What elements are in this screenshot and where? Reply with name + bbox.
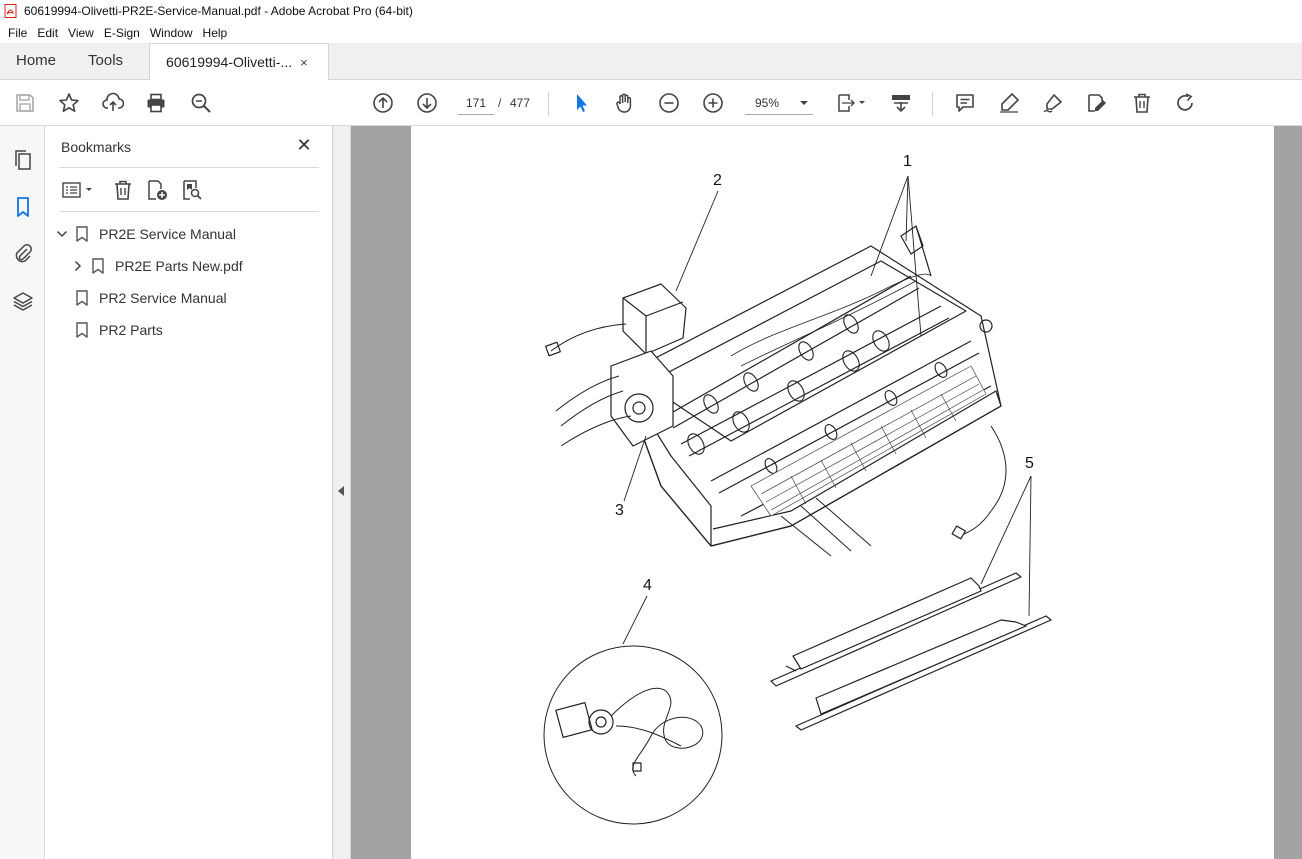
bookmark-icon	[76, 226, 88, 242]
divider	[59, 211, 319, 212]
document-viewport[interactable]: 1 2 3 4 5	[351, 126, 1302, 859]
toolbar-divider	[932, 92, 933, 116]
zoom-value: 95%	[755, 95, 780, 110]
bookmarks-panel: Bookmarks ✕ PR2E Service Manual PR2E Par…	[45, 126, 333, 859]
scroll-mode-icon[interactable]	[888, 90, 914, 116]
chevron-down-icon	[800, 100, 808, 105]
zoom-in-icon[interactable]	[700, 90, 726, 116]
attachment-icon[interactable]	[11, 241, 35, 265]
menu-window[interactable]: Window	[146, 26, 199, 40]
redo-icon[interactable]	[1173, 90, 1199, 116]
bookmark-item[interactable]: PR2E Parts New.pdf	[71, 255, 243, 277]
tab-close-icon[interactable]: ×	[300, 55, 308, 70]
bookmark-icon	[76, 322, 88, 338]
delete-icon[interactable]	[1129, 90, 1155, 116]
highlight-icon[interactable]	[996, 90, 1022, 116]
menu-edit[interactable]: Edit	[33, 26, 64, 40]
star-icon[interactable]	[56, 90, 82, 116]
page-down-icon[interactable]	[414, 90, 440, 116]
panel-collapse-handle[interactable]	[333, 126, 351, 859]
bookmark-panel-icon[interactable]	[11, 195, 35, 219]
bookmark-icon	[92, 258, 104, 274]
toolbar-divider	[548, 92, 549, 116]
save-icon[interactable]	[12, 90, 38, 116]
bookmark-item[interactable]: PR2 Service Manual	[75, 287, 227, 309]
menu-file[interactable]: File	[4, 26, 33, 40]
tab-bar: Home Tools 60619994-Olivetti-... ×	[0, 43, 1302, 80]
close-icon[interactable]: ✕	[295, 136, 313, 154]
tab-tools[interactable]: Tools	[72, 43, 139, 79]
nav-rail	[0, 126, 45, 859]
callout-4: 4	[643, 577, 652, 594]
new-bookmark-icon[interactable]	[144, 178, 170, 202]
bookmark-label: PR2 Service Manual	[99, 290, 227, 306]
upload-icon[interactable]	[100, 90, 126, 116]
bookmark-label: PR2E Service Manual	[99, 226, 236, 242]
zoom-search-icon[interactable]	[188, 90, 214, 116]
menu-view[interactable]: View	[64, 26, 100, 40]
layers-icon[interactable]	[11, 289, 35, 313]
tab-document[interactable]: 60619994-Olivetti-... ×	[149, 43, 330, 80]
comment-icon[interactable]	[952, 90, 978, 116]
bookmark-icon	[76, 290, 88, 306]
page-number-input[interactable]	[458, 91, 494, 115]
acrobat-icon	[4, 4, 17, 18]
callout-5: 5	[1025, 455, 1034, 472]
menu-esign[interactable]: E-Sign	[100, 26, 146, 40]
bookmark-label: PR2E Parts New.pdf	[115, 258, 243, 274]
search-bookmark-icon[interactable]	[179, 178, 205, 202]
menu-bar: File Edit View E-Sign Window Help	[0, 22, 1302, 43]
bookmark-item[interactable]: PR2 Parts	[75, 319, 163, 341]
window-title: 60619994-Olivetti-PR2E-Service-Manual.pd…	[24, 4, 413, 18]
title-bar: 60619994-Olivetti-PR2E-Service-Manual.pd…	[0, 0, 1302, 22]
bookmark-item[interactable]: PR2E Service Manual	[55, 223, 236, 245]
chevron-down-icon[interactable]	[55, 227, 69, 241]
tab-document-label: 60619994-Olivetti-...	[166, 54, 293, 70]
pages-thumbnail-icon[interactable]	[11, 148, 35, 172]
print-icon[interactable]	[143, 90, 169, 116]
chevron-right-icon[interactable]	[71, 259, 85, 273]
menu-help[interactable]: Help	[199, 26, 234, 40]
divider	[59, 167, 319, 168]
bookmark-label: PR2 Parts	[99, 322, 163, 338]
page-fit-icon[interactable]	[834, 90, 868, 116]
callout-1: 1	[903, 153, 912, 170]
callout-3: 3	[615, 502, 624, 519]
hand-icon[interactable]	[612, 90, 638, 116]
edit-icon[interactable]	[1084, 90, 1110, 116]
pdf-page: 1 2 3 4 5	[411, 126, 1274, 859]
tab-home[interactable]: Home	[0, 43, 72, 79]
zoom-select[interactable]: 95%	[745, 91, 813, 115]
bookmark-options-button[interactable]	[59, 178, 97, 202]
collapse-arrow-icon	[338, 486, 344, 496]
page-total: 477	[510, 96, 531, 110]
page-separator: /	[498, 96, 502, 110]
bookmarks-header: Bookmarks	[61, 139, 132, 155]
select-arrow-icon[interactable]	[568, 90, 594, 116]
sign-icon[interactable]	[1040, 90, 1066, 116]
page-up-icon[interactable]	[370, 90, 396, 116]
parts-exploded-diagram: 1 2 3 4 5	[543, 153, 1052, 825]
toolbar: / 477 95%	[0, 80, 1302, 126]
callout-2: 2	[713, 172, 722, 189]
delete-bookmark-icon[interactable]	[110, 178, 136, 202]
zoom-out-icon[interactable]	[656, 90, 682, 116]
